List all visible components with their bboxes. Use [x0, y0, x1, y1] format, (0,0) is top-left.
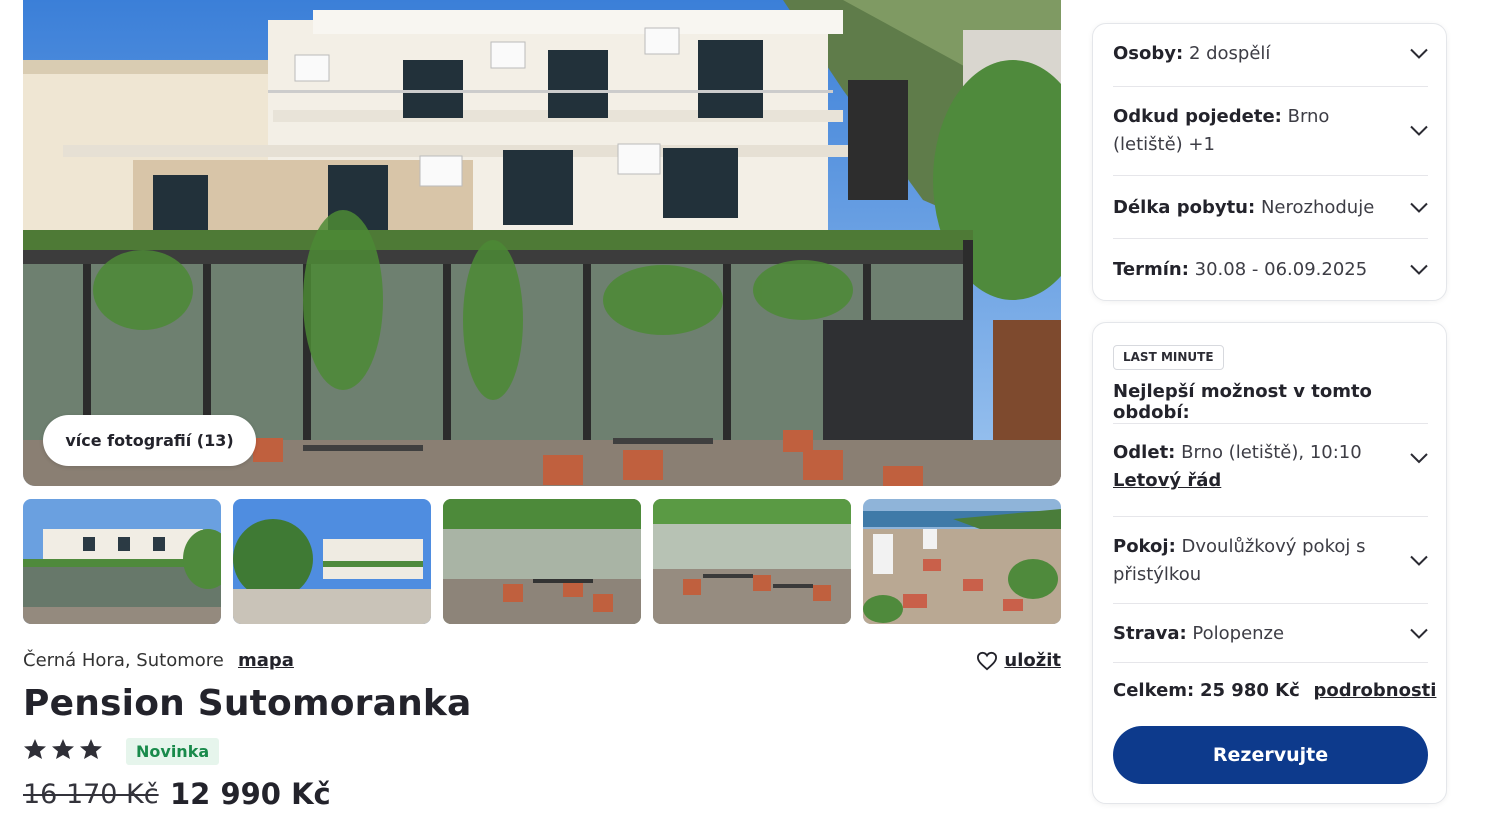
- chevron-down-icon: [1410, 555, 1428, 566]
- departure-city-label: Odkud pojedete:: [1113, 106, 1282, 127]
- date-selector[interactable]: Termín: 30.08 - 06.09.2025: [1113, 256, 1428, 284]
- stay-length-value: Nerozhoduje: [1260, 197, 1375, 218]
- best-offer-card: LAST MINUTE Nejlepší možnost v tomto obd…: [1092, 322, 1447, 804]
- thumbnail-image-aerial: [863, 499, 1061, 624]
- divider: [1113, 86, 1428, 87]
- hotel-name: Pension Sutomoranka: [23, 683, 472, 724]
- book-button[interactable]: Rezervujte: [1113, 726, 1428, 784]
- stay-length-selector[interactable]: Délka pobytu: Nerozhoduje: [1113, 194, 1428, 222]
- persons-value: 2 dospělí: [1188, 43, 1271, 64]
- map-link[interactable]: mapa: [238, 650, 294, 671]
- departure-label: Odlet:: [1113, 442, 1176, 463]
- main-hotel-photo[interactable]: [23, 0, 1061, 486]
- total-price-row: Celkem: 25 980 Kč podrobnosti: [1113, 680, 1436, 701]
- thumbnail-image-street: [233, 499, 431, 624]
- photo-thumbnails: [23, 499, 1061, 624]
- location-text: Černá Hora, Sutomore: [23, 650, 224, 671]
- board-value: Polopenze: [1192, 623, 1285, 644]
- chevron-down-icon: [1410, 628, 1428, 639]
- hotel-facade-image: [23, 0, 1061, 486]
- last-minute-tag: LAST MINUTE: [1113, 345, 1224, 370]
- departure-city-selector[interactable]: Odkud pojedete: Brno (letiště) +1: [1113, 103, 1428, 159]
- price-current: 12 990 Kč: [170, 777, 331, 811]
- more-photos-button[interactable]: více fotografií (13): [43, 415, 256, 466]
- date-value: 30.08 - 06.09.2025: [1194, 259, 1368, 280]
- thumbnail-2[interactable]: [233, 499, 431, 624]
- search-filters-card: Osoby: 2 dospělí Odkud pojedete: Brno (l…: [1092, 23, 1447, 301]
- thumbnail-image-terrace: [443, 499, 641, 624]
- star-rating: [23, 738, 103, 760]
- thumbnail-3[interactable]: [443, 499, 641, 624]
- thumbnail-5[interactable]: [863, 499, 1061, 624]
- persons-label: Osoby:: [1113, 43, 1184, 64]
- thumbnail-image-facade: [23, 499, 221, 624]
- departure-selector[interactable]: Odlet: Brno (letiště), 10:10 Letový řád: [1113, 439, 1428, 501]
- save-button[interactable]: uložit: [976, 650, 1061, 671]
- divider: [1113, 603, 1428, 604]
- divider: [1113, 516, 1428, 517]
- stay-length-label: Délka pobytu:: [1113, 197, 1256, 218]
- price-details-link[interactable]: podrobnosti: [1314, 680, 1437, 701]
- best-offer-title: Nejlepší možnost v tomto období:: [1113, 381, 1372, 423]
- location-row: Černá Hora, Sutomore mapa uložit: [23, 650, 1061, 676]
- chevron-down-icon: [1410, 453, 1428, 464]
- star-icon: [80, 739, 102, 759]
- chevron-down-icon: [1410, 202, 1428, 213]
- board-selector[interactable]: Strava: Polopenze: [1113, 620, 1428, 648]
- price-original: 16 170 Kč: [23, 779, 159, 810]
- thumbnail-1[interactable]: [23, 499, 221, 624]
- total-value: 25 980 Kč: [1199, 680, 1300, 701]
- thumbnail-4[interactable]: [653, 499, 851, 624]
- chevron-down-icon: [1410, 48, 1428, 59]
- room-selector[interactable]: Pokoj: Dvoulůžkový pokoj s přistýlkou: [1113, 533, 1428, 589]
- total-label: Celkem:: [1113, 680, 1195, 701]
- divider: [1113, 175, 1428, 176]
- board-label: Strava:: [1113, 623, 1187, 644]
- chevron-down-icon: [1410, 264, 1428, 275]
- thumbnail-image-terrace-2: [653, 499, 851, 624]
- chevron-down-icon: [1410, 125, 1428, 136]
- room-label: Pokoj:: [1113, 536, 1176, 557]
- divider: [1113, 238, 1428, 239]
- divider: [1113, 423, 1428, 424]
- persons-selector[interactable]: Osoby: 2 dospělí: [1113, 40, 1428, 68]
- star-icon: [24, 739, 46, 759]
- save-label: uložit: [1004, 650, 1061, 671]
- star-icon: [52, 739, 74, 759]
- new-badge: Novinka: [126, 738, 220, 765]
- flight-schedule-link[interactable]: Letový řád: [1113, 470, 1221, 491]
- departure-value: Brno (letiště), 10:10: [1181, 442, 1362, 463]
- heart-icon: [977, 651, 998, 670]
- divider: [1113, 662, 1428, 663]
- date-label: Termín:: [1113, 259, 1189, 280]
